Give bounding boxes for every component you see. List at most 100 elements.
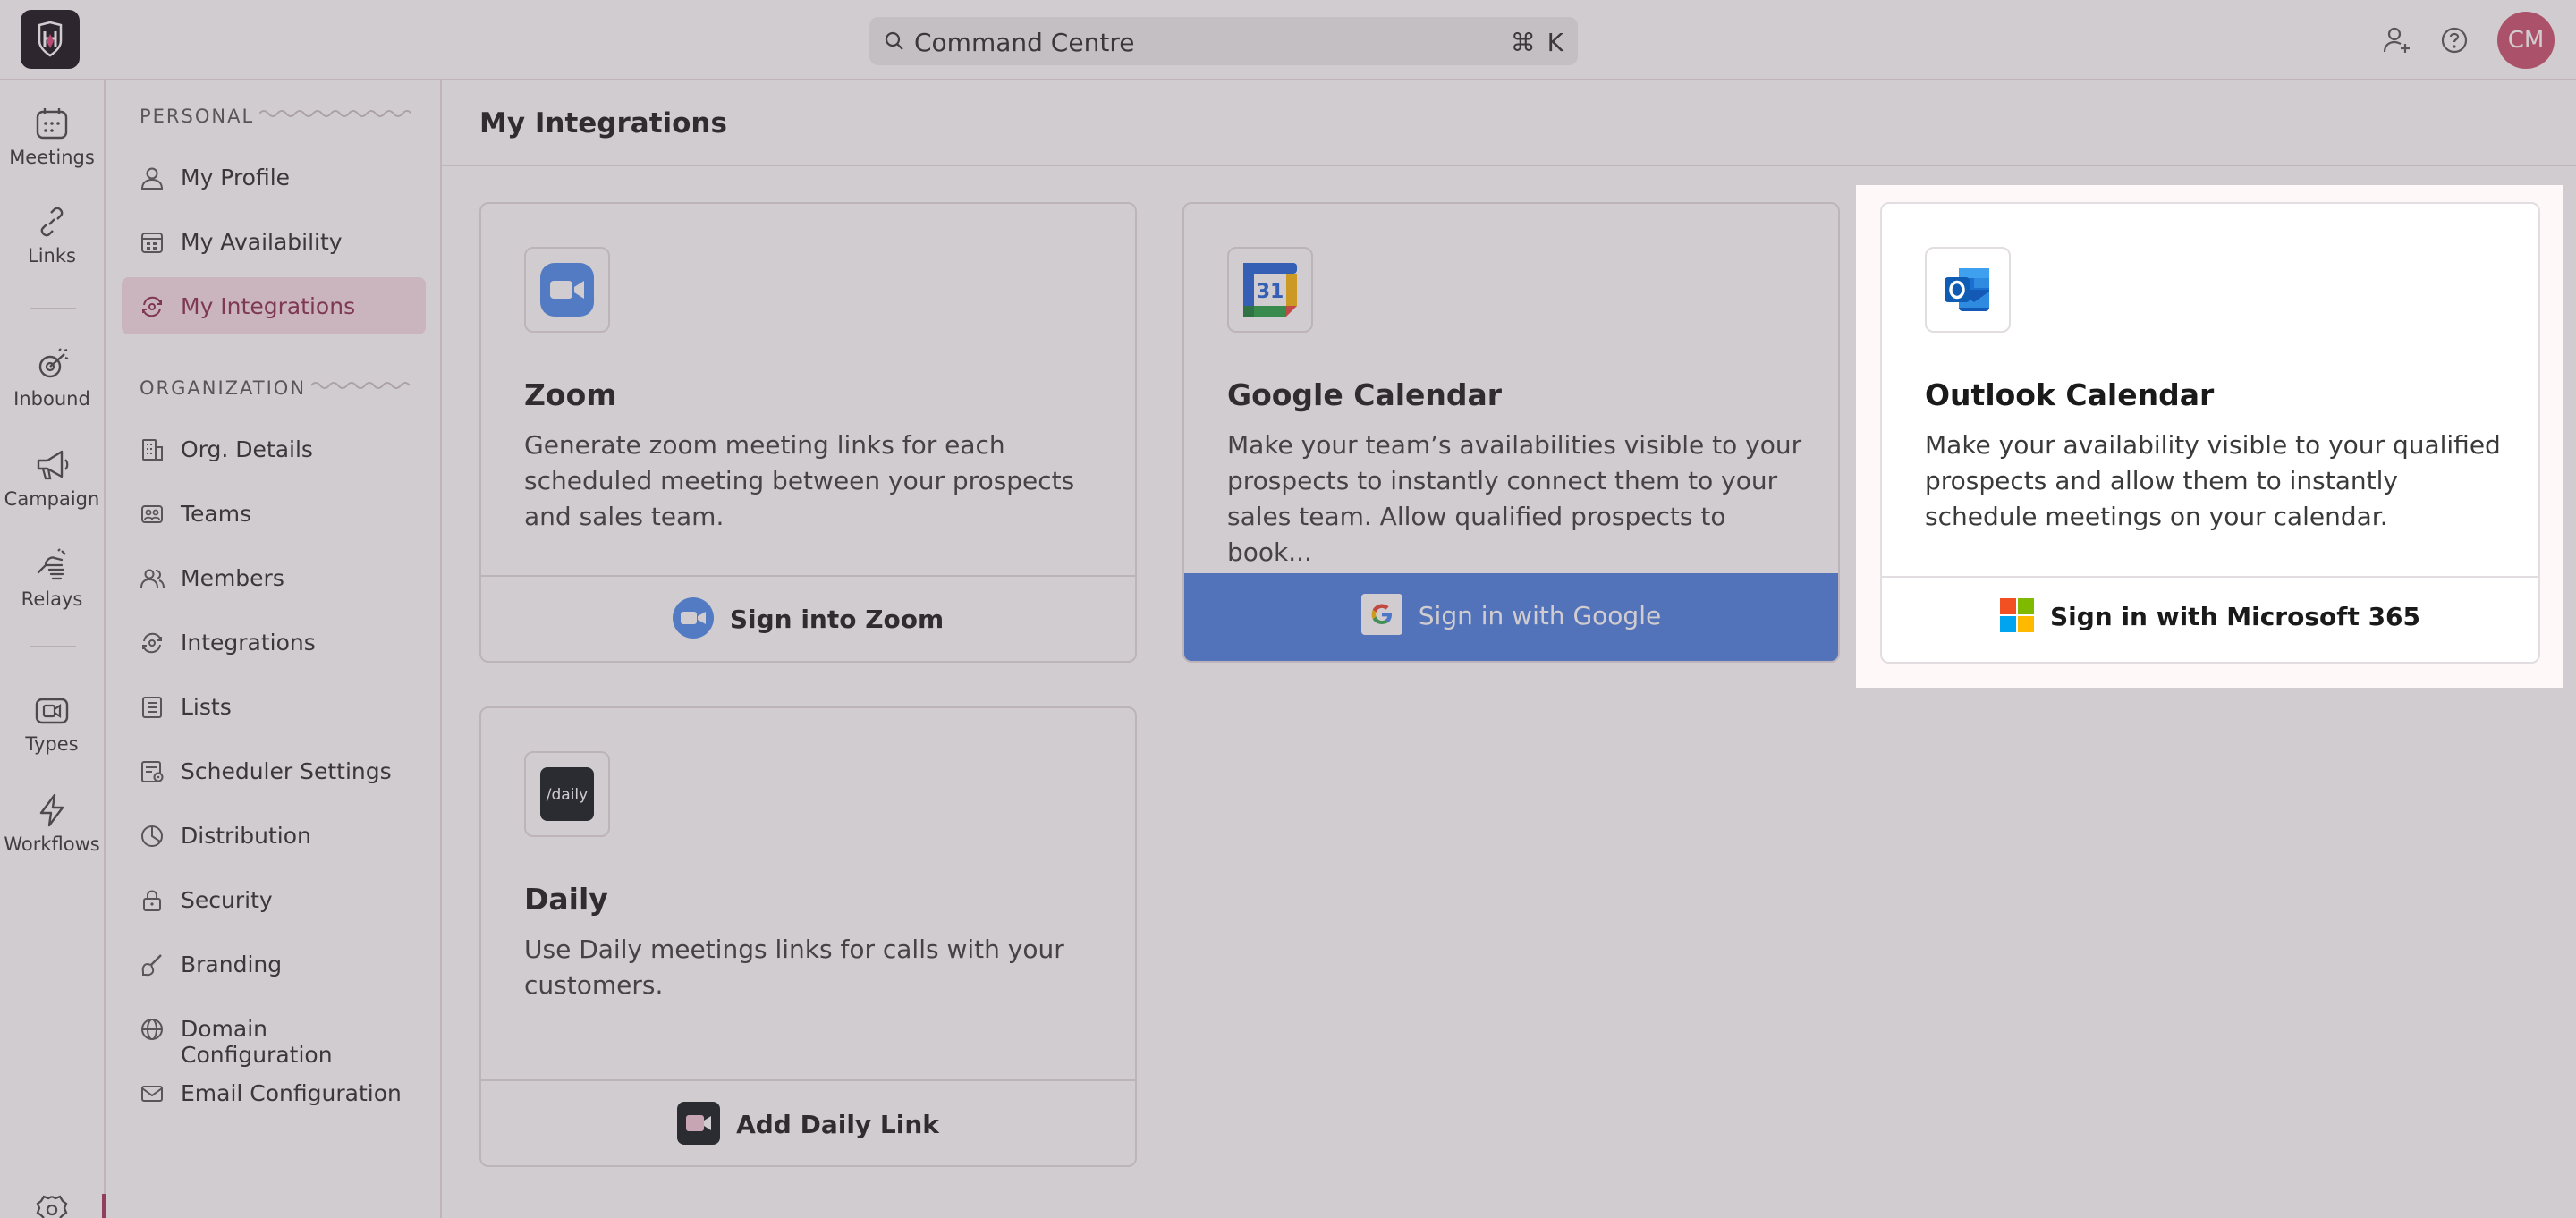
members-icon bbox=[140, 569, 165, 588]
sidebar-item-label: My Integrations bbox=[181, 293, 356, 319]
sidebar-item-distribution[interactable]: Distribution bbox=[122, 807, 426, 864]
button-label: Sign in with Microsoft 365 bbox=[2049, 602, 2421, 631]
daily-video-icon bbox=[677, 1102, 721, 1145]
avatar[interactable]: CM bbox=[2497, 12, 2555, 69]
section-heading-text: ORGANIZATION bbox=[140, 377, 307, 399]
primary-rail: Meetings Links Inbound Campaign Relays T… bbox=[0, 80, 106, 1218]
rail-item-meetings[interactable]: Meetings bbox=[0, 106, 104, 168]
sidebar-item-label: Scheduler Settings bbox=[181, 758, 392, 784]
add-user-icon[interactable] bbox=[2381, 24, 2413, 56]
sidebar-item-label: Lists bbox=[181, 694, 232, 720]
teams-icon bbox=[141, 505, 163, 523]
rail-divider bbox=[30, 646, 76, 647]
rail-item-campaign[interactable]: Campaign bbox=[0, 447, 104, 510]
button-label: Add Daily Link bbox=[736, 1110, 939, 1139]
logo-icon[interactable] bbox=[21, 10, 80, 69]
top-bar: Command Centre ⌘ K CM bbox=[0, 0, 2576, 80]
sidebar-item-domain-configuration[interactable]: Domain Configuration bbox=[122, 1000, 426, 1068]
sidebar-item-scheduler-settings[interactable]: Scheduler Settings bbox=[122, 742, 426, 799]
lock-icon bbox=[143, 890, 161, 911]
sidebar-item-label: My Availability bbox=[181, 229, 343, 255]
card-title: Zoom bbox=[524, 377, 617, 412]
card-description: Generate zoom meeting links for each sch… bbox=[524, 430, 1075, 531]
command-search[interactable]: Command Centre ⌘ K bbox=[869, 17, 1578, 65]
microsoft-logo-icon bbox=[1999, 598, 2034, 632]
sidebar-item-email-configuration[interactable]: Email Configuration bbox=[122, 1064, 426, 1121]
rail-divider bbox=[30, 308, 76, 309]
sidebar-item-branding[interactable]: Branding bbox=[122, 935, 426, 993]
header-divider bbox=[442, 165, 2576, 166]
settings-sidebar: PERSONAL My Profile My Availability My I… bbox=[106, 80, 442, 1218]
sidebar-item-integrations[interactable]: Integrations bbox=[122, 613, 426, 671]
video-icon bbox=[35, 698, 69, 724]
google-logo bbox=[1360, 594, 1402, 635]
squiggle-divider bbox=[311, 382, 411, 389]
add-daily-link-button[interactable]: Add Daily Link bbox=[481, 1102, 1135, 1147]
sidebar-item-teams[interactable]: Teams bbox=[122, 485, 426, 542]
search-icon bbox=[885, 31, 903, 50]
card-footer: Add Daily Link bbox=[481, 1079, 1135, 1165]
rail-item-types[interactable]: Types bbox=[0, 692, 104, 755]
rail-item-relays[interactable]: Relays bbox=[0, 547, 104, 610]
sidebar-item-my-integrations[interactable]: My Integrations bbox=[122, 277, 426, 334]
daily-icon: /daily bbox=[540, 767, 594, 821]
google-calendar-logo: 31 bbox=[1227, 247, 1313, 333]
card-description: Make your availability visible to your q… bbox=[1925, 430, 2501, 531]
rail-label: Relays bbox=[21, 588, 83, 610]
sign-in-with-google-button[interactable]: Sign in with Google bbox=[1184, 594, 1838, 638]
settings-button[interactable] bbox=[36, 1195, 68, 1218]
page-title: My Integrations bbox=[479, 107, 727, 140]
section-heading-text: PERSONAL bbox=[140, 106, 255, 127]
building-icon bbox=[142, 439, 163, 461]
sidebar-item-label: Org. Details bbox=[181, 436, 313, 462]
rail-item-links[interactable]: Links bbox=[0, 204, 104, 266]
integration-card-zoom: Zoom Generate zoom meeting links for eac… bbox=[479, 202, 1137, 663]
search-placeholder: Command Centre bbox=[914, 28, 1135, 57]
card-footer: Sign into Zoom bbox=[481, 575, 1135, 661]
rail-label: Inbound bbox=[13, 388, 90, 410]
link-icon bbox=[40, 207, 64, 237]
sidebar-item-security[interactable]: Security bbox=[122, 871, 426, 928]
sidebar-item-my-availability[interactable]: My Availability bbox=[122, 213, 426, 270]
squiggle-divider bbox=[259, 110, 411, 117]
card-footer: Sign in with Google bbox=[1184, 573, 1838, 661]
sidebar-item-label: Security bbox=[181, 887, 273, 913]
rail-label: Links bbox=[28, 245, 76, 266]
mail-icon bbox=[141, 1086, 163, 1102]
rail-item-inbound[interactable]: Inbound bbox=[0, 347, 104, 410]
rail-item-workflows[interactable]: Workflows bbox=[0, 792, 104, 855]
zoom-icon bbox=[540, 263, 594, 317]
card-title: Google Calendar bbox=[1227, 377, 1503, 412]
integrations-icon bbox=[142, 296, 162, 317]
rail-label: Meetings bbox=[9, 147, 95, 168]
section-heading-personal: PERSONAL bbox=[140, 106, 411, 127]
sidebar-item-label: Teams bbox=[181, 501, 252, 527]
sidebar-item-label: Email Configuration bbox=[181, 1080, 402, 1106]
calendar-grid-icon bbox=[141, 233, 163, 253]
sidebar-item-org-details[interactable]: Org. Details bbox=[122, 420, 426, 478]
sign-into-zoom-button[interactable]: Sign into Zoom bbox=[481, 597, 1135, 641]
rail-label: Workflows bbox=[4, 833, 100, 855]
globe-icon bbox=[141, 1019, 163, 1040]
sidebar-item-members[interactable]: Members bbox=[122, 549, 426, 606]
button-label: Sign into Zoom bbox=[729, 605, 945, 634]
scheduler-icon bbox=[141, 761, 164, 782]
sidebar-item-label: Domain Configuration bbox=[181, 1016, 333, 1068]
integration-card-google-calendar: 31 Google Calendar Make your team’s avai… bbox=[1182, 202, 1840, 663]
button-label: Sign in with Google bbox=[1418, 601, 1662, 630]
cursor-click-icon bbox=[38, 348, 69, 378]
card-description: Make your team’s availabilities visible … bbox=[1227, 430, 1802, 567]
sidebar-item-my-profile[interactable]: My Profile bbox=[122, 148, 426, 206]
bolt-icon bbox=[39, 793, 64, 827]
help-icon[interactable] bbox=[2438, 24, 2470, 56]
sidebar-item-lists[interactable]: Lists bbox=[122, 678, 426, 735]
outlook-icon bbox=[1945, 268, 1989, 311]
card-description: Use Daily meetings links for calls with … bbox=[524, 935, 1064, 1000]
settings-icon bbox=[36, 1195, 68, 1218]
integration-card-outlook-calendar: Outlook Calendar Make your availability … bbox=[1880, 202, 2540, 664]
sidebar-item-label: Integrations bbox=[181, 630, 316, 656]
integrations-icon bbox=[142, 632, 162, 654]
sign-in-with-microsoft-button[interactable]: Sign in with Microsoft 365 bbox=[1882, 598, 2538, 635]
hand-icon bbox=[37, 548, 66, 580]
zoom-icon bbox=[672, 597, 714, 639]
